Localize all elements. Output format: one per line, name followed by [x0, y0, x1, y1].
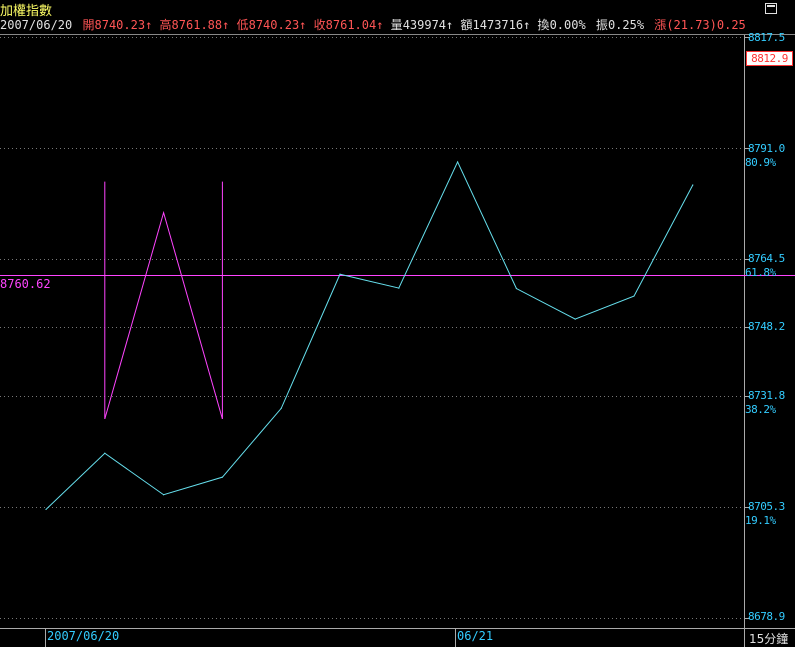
- price-point: [457, 161, 459, 163]
- price-point: [515, 287, 518, 290]
- price-point: [398, 287, 400, 289]
- y-tick-label: 8764.5: [748, 252, 785, 265]
- y-tick-label: 8791.0: [748, 142, 785, 155]
- price-point: [163, 494, 165, 496]
- price-point: [104, 452, 106, 454]
- fib-level-label: 19.1%: [745, 514, 776, 527]
- fib-level-label: 38.2%: [745, 403, 776, 416]
- y-tick-label: 8817.5: [748, 31, 785, 44]
- x-date-label: 06/21: [457, 629, 494, 643]
- price-point: [45, 508, 47, 511]
- price-point: [574, 318, 576, 320]
- price-point: [221, 476, 223, 478]
- intraday-chart[interactable]: [0, 0, 795, 647]
- price-point: [280, 407, 282, 410]
- y-tick-label: 8731.8: [748, 389, 785, 402]
- horizontal-line-label: 8760.62: [0, 277, 51, 291]
- current-value-box: 8812.9: [746, 51, 793, 66]
- fib-level-label: 61.8%: [745, 266, 776, 279]
- price-point: [633, 295, 635, 297]
- y-tick-label: 8678.9: [748, 610, 785, 623]
- price-point: [692, 184, 694, 186]
- y-tick-label: 8748.2: [748, 320, 785, 333]
- w-pattern-line: [104, 210, 223, 420]
- price-series-line: [45, 160, 694, 510]
- fib-level-label: 80.9%: [745, 156, 776, 169]
- x-date-label: 2007/06/20: [47, 629, 120, 643]
- price-point: [339, 273, 341, 275]
- interval-selector[interactable]: 15分鐘: [749, 630, 788, 647]
- y-tick-label: 8705.3: [748, 500, 785, 513]
